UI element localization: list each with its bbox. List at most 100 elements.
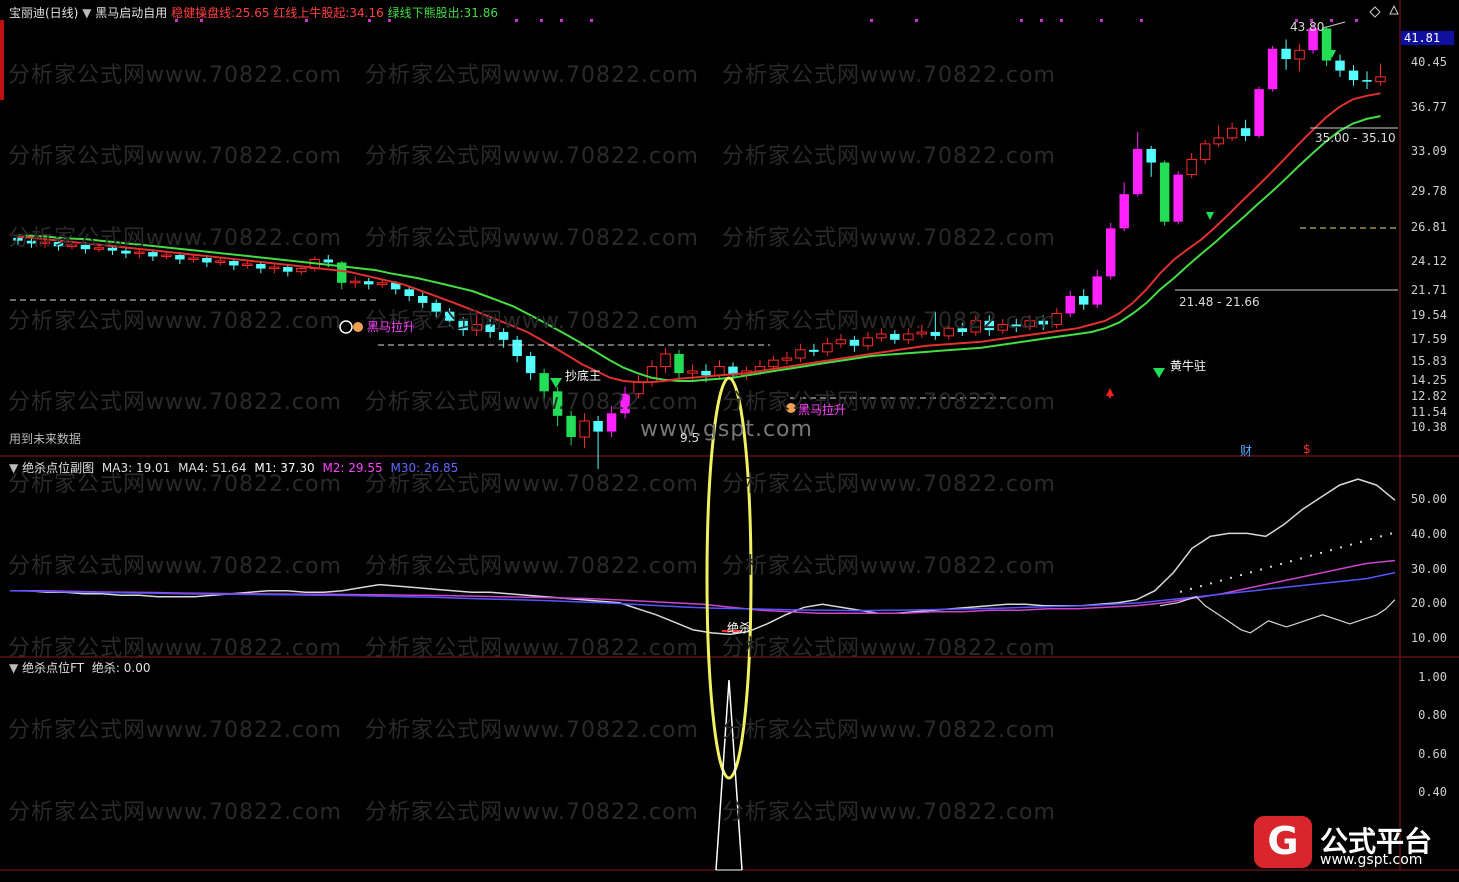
candle-body (148, 252, 158, 257)
candle-body (283, 267, 293, 272)
candle-body (121, 250, 131, 254)
candle-body (809, 349, 819, 352)
sub2-y-tick: 0.80 (1418, 708, 1447, 722)
chart-stage (0, 0, 1459, 878)
candle-body (943, 327, 955, 337)
triangle-outline-icon (1389, 4, 1399, 15)
candle-body (202, 257, 212, 263)
candle-body (39, 241, 51, 245)
chevron-icon[interactable]: ▼ (82, 6, 91, 20)
candle-body (970, 320, 982, 333)
last-price-badge: 41.81 (1401, 31, 1454, 45)
candle-body (1173, 174, 1183, 222)
sub1-dotted-line (1300, 557, 1302, 560)
candle-body (417, 296, 428, 303)
sub1-header: ▼ 绝杀点位副图 MA3: 19.01 MA4: 51.64 M1: 37.30… (9, 459, 458, 476)
sub2-spike (715, 679, 743, 871)
jueshan-marker: 绝杀 (727, 621, 752, 635)
candle-body (822, 343, 833, 353)
sub1-dotted-line (1280, 562, 1282, 565)
down-arrow-icon (1206, 212, 1214, 220)
candle-body (714, 366, 725, 376)
candle-body (485, 324, 495, 333)
event-dot (1330, 19, 1333, 22)
cai-marker: 财 (1240, 444, 1253, 458)
sub1-dotted-line (1240, 574, 1242, 577)
gspt-logo-letter: G (1267, 819, 1299, 863)
sub1-dotted-line (1290, 560, 1292, 563)
candle-body (256, 263, 266, 269)
sub1-dotted-line (1260, 568, 1262, 571)
future-data-note: 用到未来数据 (9, 432, 82, 446)
line1-label: 稳健操盘线: (171, 6, 236, 20)
y-tick: 11.54 (1410, 405, 1447, 419)
candle-body (350, 280, 361, 284)
event-dot (1140, 19, 1143, 22)
candle-body (431, 302, 441, 312)
candle-body (444, 311, 455, 321)
candle-body (66, 244, 78, 247)
candle-body (1294, 49, 1305, 60)
y-tick: 17.59 (1410, 332, 1447, 346)
y-tick: 19.54 (1410, 308, 1447, 322)
candle-body (107, 247, 118, 251)
low-price-label: 9.5 (680, 431, 700, 445)
line1-value: 25.65 (235, 6, 270, 20)
candle-body (1362, 80, 1372, 82)
logo-url: www.gspt.com (1320, 852, 1423, 868)
sub1-y-tick: 10.00 (1410, 631, 1447, 645)
candle-body (1348, 70, 1359, 81)
signal-heima-1: 黑马拉升 (367, 320, 416, 334)
sub1-dotted-line (1230, 576, 1232, 579)
candle-body (175, 255, 185, 260)
sub1-dotted-line (1320, 551, 1322, 554)
candle-body (1079, 296, 1089, 305)
candle-body (552, 391, 563, 416)
candle-body (674, 353, 684, 374)
event-dot (1020, 19, 1023, 22)
candle-body (498, 332, 509, 340)
candle-body (1092, 276, 1102, 305)
y-tick: 36.77 (1410, 100, 1447, 114)
sub1-y-tick: 30.00 (1410, 562, 1447, 576)
event-dot (590, 19, 593, 22)
candle-body (404, 289, 414, 297)
candle-body (849, 339, 860, 346)
event-dot (540, 19, 543, 22)
candle-body (296, 268, 307, 273)
candle-body (1199, 143, 1211, 160)
candle-body (862, 337, 874, 347)
candle-body (269, 266, 280, 270)
candle-body (1267, 48, 1278, 90)
sub2-y-tick: 0.60 (1418, 747, 1447, 761)
sub1-lower-line (1159, 596, 1396, 634)
candle-body (93, 247, 105, 250)
candle-body (997, 323, 1009, 331)
candle-body (1146, 148, 1156, 163)
signal-heima-2: 黑马拉升 (798, 403, 847, 417)
candle-body (593, 420, 603, 432)
candle-body (687, 370, 698, 374)
sub1-dotted-line (1340, 546, 1342, 549)
candle-body (13, 237, 23, 241)
candle-body (134, 251, 145, 255)
candle-body (525, 355, 536, 374)
y-tick: 26.81 (1410, 220, 1447, 234)
candle-body (633, 381, 644, 395)
sub1-m2: M2: 29.55 (322, 461, 383, 475)
candle-body (916, 331, 928, 335)
candle-body (1240, 128, 1251, 136)
chevron-icon[interactable]: ▼ (9, 461, 18, 475)
line2-value: 34.16 (349, 6, 384, 20)
left-scroll-marker (0, 20, 4, 100)
chevron-icon[interactable]: ▼ (9, 661, 18, 675)
candle-body (458, 320, 468, 331)
sub1-dotted-line (1330, 549, 1332, 552)
candle-body (1254, 89, 1264, 136)
candle-body (620, 393, 630, 414)
candle-body (701, 370, 711, 376)
sub2-y-tick: 0.40 (1418, 785, 1447, 799)
diamond-icon (1153, 368, 1165, 378)
highlight-ellipse (705, 376, 753, 780)
sub1-dotted-line (1190, 587, 1192, 590)
